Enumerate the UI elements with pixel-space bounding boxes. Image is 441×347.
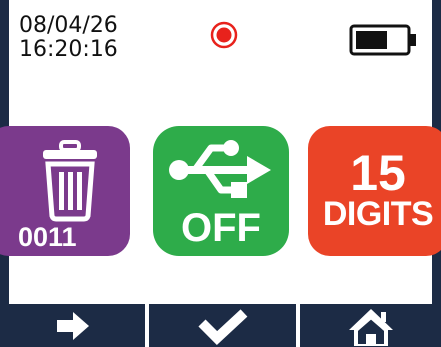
battery-icon bbox=[349, 24, 416, 56]
home-icon bbox=[348, 308, 393, 346]
home-softkey[interactable] bbox=[300, 304, 441, 347]
record-indicator-icon bbox=[210, 21, 238, 49]
battery-fill bbox=[356, 31, 387, 49]
digits-number: 15 bbox=[350, 145, 406, 201]
datetime-readout: 08/04/26 16:20:16 bbox=[19, 14, 118, 62]
checkmark-icon bbox=[197, 308, 247, 345]
device-screen: 08/04/26 16:20:16 0011 OFF 15 DIGITS bbox=[0, 0, 441, 347]
confirm-softkey[interactable] bbox=[149, 304, 296, 347]
trash-icon bbox=[43, 140, 97, 222]
softkey-bar bbox=[0, 304, 441, 347]
trash-tile[interactable]: 0011 bbox=[0, 126, 130, 256]
usb-icon bbox=[169, 140, 271, 198]
trash-counter: 0011 bbox=[18, 222, 77, 252]
date-text: 08/04/26 bbox=[19, 13, 118, 38]
time-text: 16:20:16 bbox=[19, 37, 118, 62]
usb-tile[interactable]: OFF bbox=[153, 126, 289, 256]
digits-label: DIGITS bbox=[322, 195, 434, 233]
display-area: 08/04/26 16:20:16 0011 OFF 15 DIGITS bbox=[0, 0, 441, 304]
usb-status: OFF bbox=[181, 206, 261, 250]
arrow-right-icon bbox=[56, 311, 89, 340]
digits-tile[interactable]: 15 DIGITS bbox=[308, 126, 441, 256]
next-softkey[interactable] bbox=[0, 304, 145, 347]
